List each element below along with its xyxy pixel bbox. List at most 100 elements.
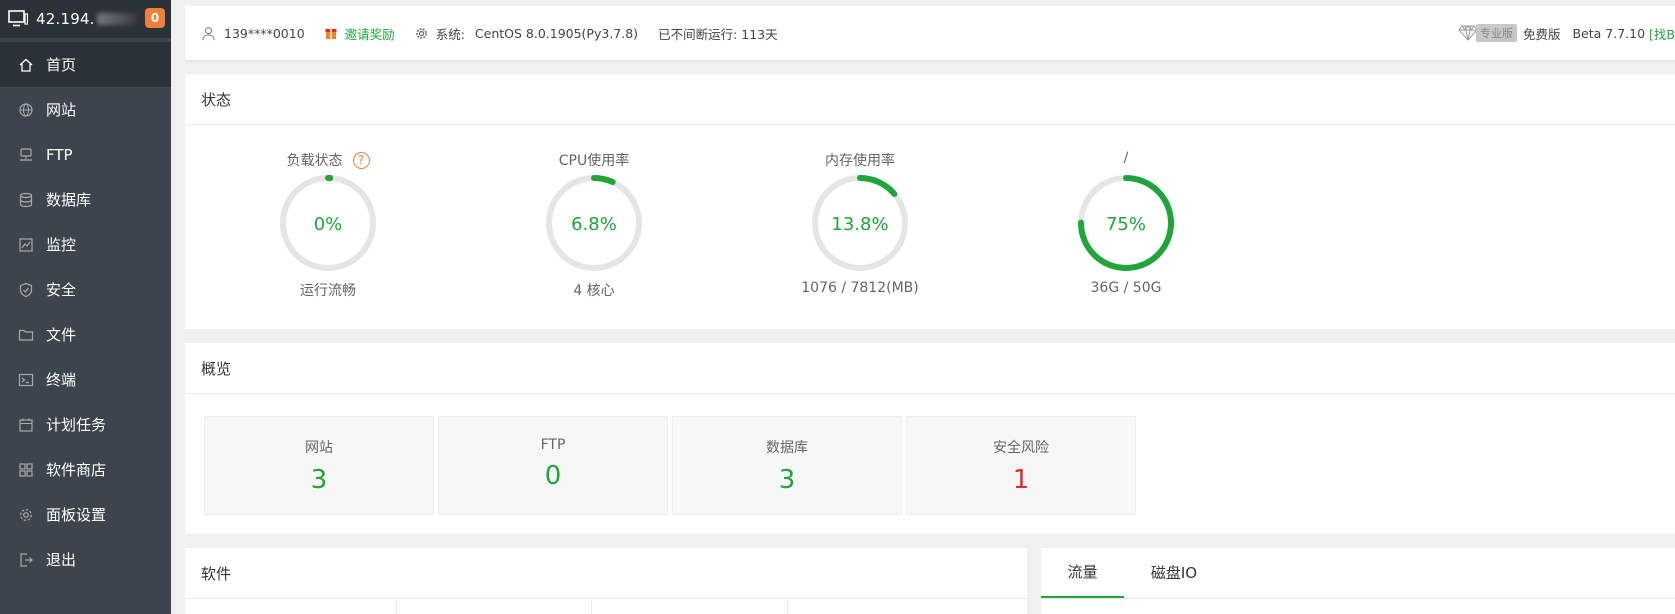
- database-icon: [18, 192, 34, 208]
- software-panel: 软件: [185, 548, 1027, 614]
- gear-icon: [415, 27, 427, 39]
- overview-card-label: 安全风险: [993, 440, 1049, 456]
- gauge-value: 6.8%: [571, 214, 617, 235]
- sidebar-item-label: 退出: [46, 551, 77, 569]
- sidebar-item-label: 计划任务: [46, 416, 107, 434]
- traffic-tabs: 流量 磁盘IO: [1041, 548, 1675, 599]
- sidebar-item-settings[interactable]: 面板设置: [0, 492, 171, 537]
- gauge-subtext: 36G / 50G: [1090, 280, 1162, 296]
- user-phone: 139****0010: [224, 25, 305, 41]
- tab-traffic[interactable]: 流量: [1041, 547, 1124, 598]
- software-grid: [185, 600, 1027, 614]
- pro-edition-badge[interactable]: 专业版: [1458, 24, 1517, 42]
- gauge-title: /: [1026, 150, 1226, 166]
- grid-divider: [396, 600, 397, 614]
- traffic-panel: 流量 磁盘IO: [1041, 548, 1675, 614]
- software-title: 软件: [185, 548, 1027, 599]
- gauge-title-text: CPU使用率: [558, 153, 630, 169]
- gauge-value: 75%: [1105, 214, 1146, 235]
- home-icon: [18, 57, 34, 73]
- sidebar-item-label: 终端: [46, 371, 77, 389]
- overview-card-label: 数据库: [766, 440, 808, 456]
- gift-icon: [325, 29, 337, 39]
- calendar-icon: [18, 417, 34, 433]
- folder-icon: [18, 327, 34, 343]
- uptime: 已不间断运行: 113天: [658, 24, 778, 43]
- overview-card-value: 1: [1012, 465, 1030, 495]
- sidebar-item-ftp[interactable]: FTP: [0, 132, 171, 177]
- shield-icon: [18, 282, 34, 298]
- sidebar-item-monitor[interactable]: 监控: [0, 222, 171, 267]
- sidebar-item-security[interactable]: 安全: [0, 267, 171, 312]
- sidebar-nav: 首页 网站 FTP 数据库 监控 安全 文件 终端 计划任务 软件商店 面板设置…: [0, 38, 171, 582]
- gauge-title: CPU使用率: [494, 150, 694, 170]
- gauge-subtext: 运行流畅: [300, 283, 356, 299]
- overview-card-security-risk[interactable]: 安全风险 1: [906, 416, 1136, 515]
- server-ip: 42.194.: [36, 10, 95, 28]
- free-label: 免费版: [1522, 26, 1561, 42]
- sidebar-item-label: 数据库: [46, 191, 92, 209]
- gauge-title: 内存使用率: [760, 150, 960, 170]
- gauge-title-text: /: [1123, 150, 1129, 166]
- user-info[interactable]: 139****0010: [201, 26, 305, 41]
- system-label: 系统:: [435, 26, 465, 42]
- logout-icon: [18, 552, 34, 568]
- tab-disk-io[interactable]: 磁盘IO: [1124, 547, 1224, 598]
- help-icon[interactable]: ?: [352, 151, 370, 169]
- sidebar-item-terminal[interactable]: 终端: [0, 357, 171, 402]
- system-value: CentOS 8.0.1905(Py3.7.8): [474, 25, 639, 41]
- sidebar-item-store[interactable]: 软件商店: [0, 447, 171, 492]
- user-icon: [202, 26, 215, 40]
- sidebar-item-cron[interactable]: 计划任务: [0, 402, 171, 447]
- server-header[interactable]: 42.194. 0: [0, 0, 171, 38]
- grid-divider: [787, 600, 788, 614]
- diamond-icon: [1458, 25, 1478, 41]
- overview-card-value: 3: [310, 465, 328, 495]
- invite-label: 邀请奖励: [344, 26, 395, 42]
- sidebar-item-label: 软件商店: [46, 461, 107, 479]
- sidebar-item-label: 安全: [46, 281, 77, 299]
- uptime-text: 已不间断运行: 113天: [658, 26, 778, 42]
- gauge-value: 0%: [313, 214, 343, 235]
- overview-card-value: 3: [778, 465, 796, 495]
- overview-card-database[interactable]: 数据库 3: [672, 416, 902, 515]
- monitor-icon: [8, 9, 28, 29]
- overview-panel: 概览 网站 3 FTP 0 数据库 3 安全风险 1: [185, 343, 1675, 534]
- version-area: 专业版 免费版 Beta 7.7.10 [找B: [1458, 24, 1675, 43]
- sidebar: 42.194. 0 首页 网站 FTP 数据库 监控 安全 文件 终端 计划任务…: [0, 0, 171, 614]
- sidebar-item-label: FTP: [46, 145, 73, 164]
- terminal-icon: [18, 372, 34, 388]
- grid-divider: [591, 600, 592, 614]
- invite-link[interactable]: 邀请奖励: [325, 24, 395, 43]
- sidebar-item-website[interactable]: 网站: [0, 87, 171, 132]
- overview-card-ftp[interactable]: FTP 0: [438, 416, 668, 515]
- gear-icon: [18, 507, 34, 523]
- sidebar-item-logout[interactable]: 退出: [0, 537, 171, 582]
- globe-icon: [18, 102, 34, 118]
- top-info-bar: 139****0010 邀请奖励 系统: CentOS 8.0.1905(Py3…: [185, 6, 1675, 60]
- status-title: 状态: [185, 74, 1675, 125]
- notification-badge[interactable]: 0: [145, 8, 165, 28]
- version-link[interactable]: [找B: [1649, 24, 1675, 43]
- gauge-title: 负载状态?: [228, 150, 428, 170]
- overview-card-label: 网站: [305, 440, 333, 456]
- ip-redaction: [96, 13, 137, 25]
- sidebar-item-home[interactable]: 首页: [0, 42, 171, 87]
- monitor-chart-icon: [18, 237, 34, 253]
- ftp-icon: [18, 147, 34, 163]
- sidebar-item-label: 网站: [46, 101, 77, 119]
- sidebar-item-label: 面板设置: [46, 506, 107, 524]
- overview-card-websites[interactable]: 网站 3: [204, 416, 434, 515]
- grid-icon: [18, 462, 34, 478]
- version-text: Beta 7.7.10: [1572, 25, 1646, 41]
- system-info: 系统: CentOS 8.0.1905(Py3.7.8): [415, 24, 638, 43]
- gauge-value: 13.8%: [831, 214, 889, 235]
- status-panel: 状态 负载状态? 0% 运行流畅 CPU使用率 6.8% 4 核心 内存使用率 13.8% 10…: [185, 74, 1675, 329]
- sidebar-item-files[interactable]: 文件: [0, 312, 171, 357]
- sidebar-item-label: 首页: [46, 56, 77, 74]
- sidebar-item-label: 监控: [46, 236, 77, 254]
- gauge-subtext: 1076 / 7812(MB): [801, 280, 919, 296]
- sidebar-item-label: 文件: [46, 326, 77, 344]
- gauge-title-text: 负载状态: [286, 153, 343, 169]
- sidebar-item-database[interactable]: 数据库: [0, 177, 171, 222]
